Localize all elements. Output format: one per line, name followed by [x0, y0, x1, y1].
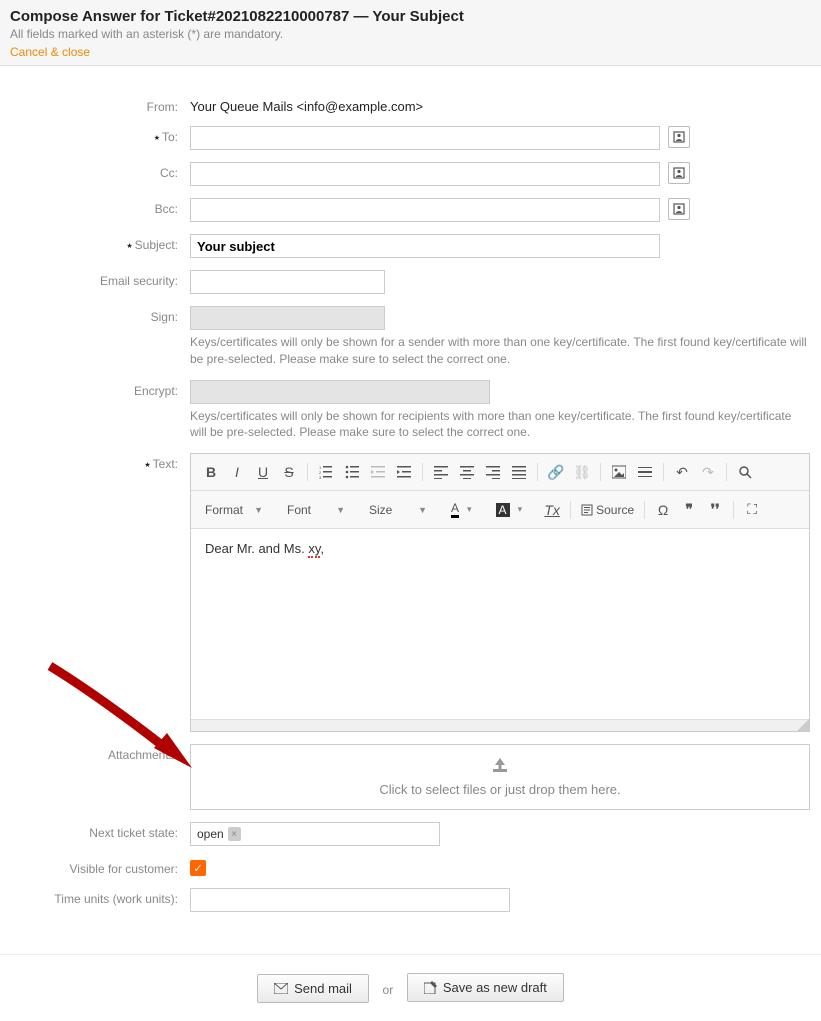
unlink-icon[interactable]: ⛓ [570, 460, 594, 484]
underline-button[interactable]: U [251, 460, 275, 484]
attachments-label: Attachments: [10, 744, 190, 762]
addressbook-icon [673, 131, 685, 143]
time-units-input[interactable] [190, 888, 510, 912]
quote-open-icon[interactable]: ❞ [677, 498, 701, 522]
strike-button[interactable]: S [277, 460, 301, 484]
addressbook-icon [673, 167, 685, 179]
envelope-icon [274, 983, 288, 994]
time-units-label: Time units (work units): [10, 888, 190, 906]
sign-help-text: Keys/certificates will only be shown for… [190, 334, 811, 368]
dialog-header: Compose Answer for Ticket#20210822100007… [0, 0, 821, 66]
remove-format-icon[interactable]: Tx [540, 498, 564, 522]
subject-input[interactable] [190, 234, 660, 258]
sign-label: Sign: [10, 306, 190, 324]
special-char-icon[interactable]: Ω [651, 498, 675, 522]
next-state-input[interactable]: open × [190, 822, 440, 846]
text-label: Text: [10, 453, 190, 471]
encrypt-input [190, 380, 490, 404]
cc-label: Cc: [10, 162, 190, 180]
align-center-icon[interactable] [455, 460, 479, 484]
rich-text-editor: B I U S 123 [190, 453, 810, 732]
or-separator: or [383, 983, 394, 997]
page-title: Compose Answer for Ticket#20210822100007… [10, 8, 811, 25]
find-icon[interactable] [733, 460, 757, 484]
sign-input [190, 306, 385, 330]
to-input[interactable] [190, 126, 660, 150]
undo-icon[interactable]: ↶ [670, 460, 694, 484]
to-label: To: [10, 126, 190, 144]
editor-spelled-word: xy [308, 541, 320, 558]
bcc-addressbook-button[interactable] [668, 198, 690, 220]
outdent-icon[interactable] [366, 460, 390, 484]
encrypt-help-text: Keys/certificates will only be shown for… [190, 408, 811, 442]
addressbook-icon [673, 203, 685, 215]
image-icon[interactable] [607, 460, 631, 484]
ordered-list-icon[interactable]: 123 [314, 460, 338, 484]
bcc-input[interactable] [190, 198, 660, 222]
cc-input[interactable] [190, 162, 660, 186]
link-icon[interactable]: 🔗 [544, 460, 568, 484]
bcc-label: Bcc: [10, 198, 190, 216]
editor-content-area[interactable]: Dear Mr. and Ms. xy, [191, 529, 809, 719]
save-draft-button[interactable]: Save as new draft [407, 973, 564, 1002]
attachments-text: Click to select files or just drop them … [379, 782, 620, 797]
next-state-tag: open × [197, 827, 241, 841]
upload-icon [203, 757, 797, 778]
align-justify-icon[interactable] [507, 460, 531, 484]
bg-color-button[interactable]: A▾ [490, 499, 529, 521]
bold-button[interactable]: B [199, 460, 223, 484]
to-addressbook-button[interactable] [668, 126, 690, 148]
editor-text: Dear Mr. and Ms. [205, 541, 308, 556]
from-label: From: [10, 96, 190, 114]
redo-icon[interactable]: ↷ [696, 460, 720, 484]
size-select[interactable]: Size▼ [363, 499, 433, 521]
indent-icon[interactable] [392, 460, 416, 484]
editor-resize-handle[interactable] [191, 719, 809, 731]
font-select[interactable]: Font▼ [281, 499, 351, 521]
editor-toolbar-row-2: Format▼ Font▼ Size▼ A▾ A▾ Tx Source Ω [191, 491, 809, 529]
visible-label: Visible for customer: [10, 858, 190, 876]
horizontal-rule-icon[interactable] [633, 460, 657, 484]
cancel-close-link[interactable]: Cancel & close [10, 45, 90, 59]
cc-addressbook-button[interactable] [668, 162, 690, 184]
align-right-icon[interactable] [481, 460, 505, 484]
quote-close-icon[interactable]: ❜❜ [703, 498, 727, 522]
align-left-icon[interactable] [429, 460, 453, 484]
next-state-tag-remove[interactable]: × [228, 827, 241, 841]
mandatory-note: All fields marked with an asterisk (*) a… [10, 27, 811, 41]
send-mail-button[interactable]: Send mail [257, 974, 369, 1003]
subject-label: Subject: [10, 234, 190, 252]
from-value: Your Queue Mails <info@example.com> [190, 96, 423, 114]
editor-toolbar-row-1: B I U S 123 [191, 454, 809, 491]
attachments-dropzone[interactable]: Click to select files or just drop them … [190, 744, 810, 810]
encrypt-label: Encrypt: [10, 380, 190, 398]
maximize-icon[interactable]: ⛶ [740, 498, 764, 522]
edit-icon [424, 981, 437, 994]
email-security-input[interactable] [190, 270, 385, 294]
visible-checkbox[interactable]: ✓ [190, 860, 206, 876]
dialog-footer: Send mail or Save as new draft [0, 954, 821, 1021]
next-state-label: Next ticket state: [10, 822, 190, 840]
source-button[interactable]: Source [577, 498, 638, 522]
email-security-label: Email security: [10, 270, 190, 288]
unordered-list-icon[interactable] [340, 460, 364, 484]
text-color-button[interactable]: A▾ [445, 497, 478, 522]
source-icon [581, 504, 593, 516]
italic-button[interactable]: I [225, 460, 249, 484]
format-select[interactable]: Format▼ [199, 499, 269, 521]
svg-text:3: 3 [319, 475, 322, 479]
